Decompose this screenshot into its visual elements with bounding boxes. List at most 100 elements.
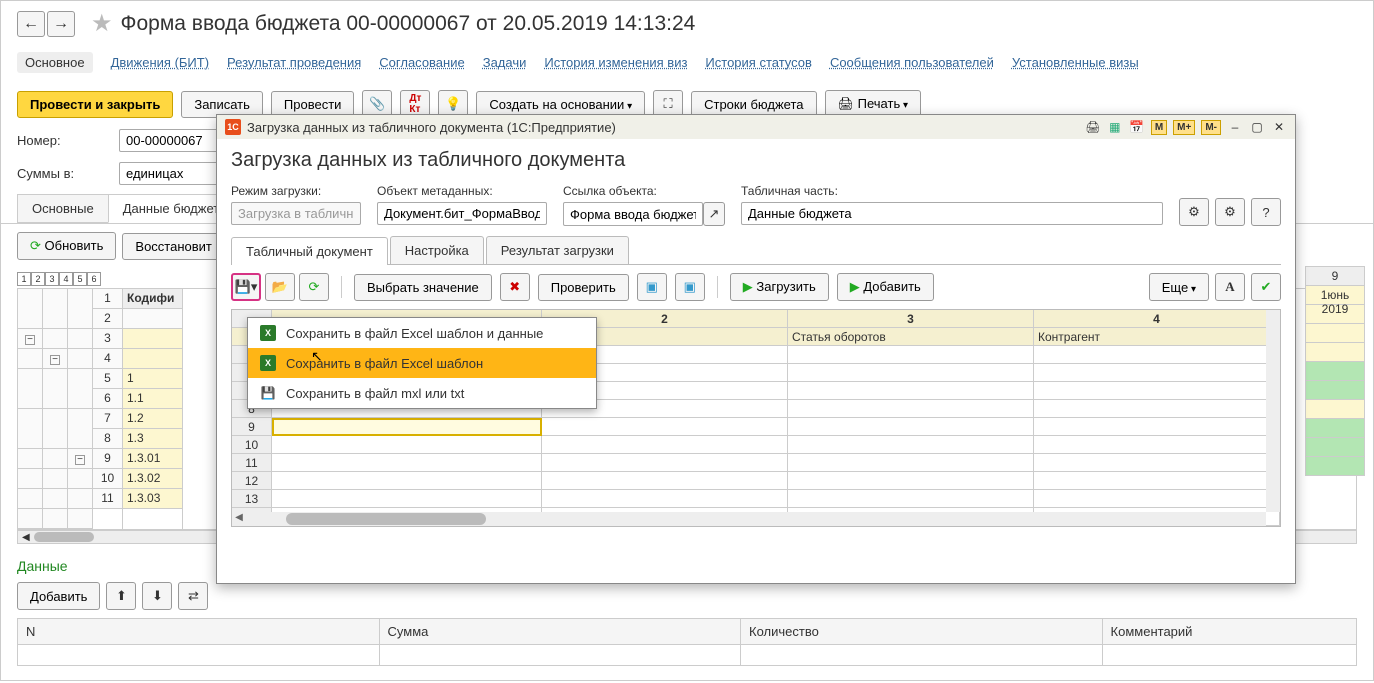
subtab-main[interactable]: Основные [17, 194, 109, 223]
sheet-cell-13-4[interactable] [1034, 490, 1280, 508]
nav-tab-result[interactable]: Результат проведения [227, 55, 361, 70]
pager-2[interactable]: 2 [31, 272, 45, 286]
sheet-cell-5-4[interactable] [1034, 346, 1280, 364]
nav-tab-visas[interactable]: Установленные визы [1012, 55, 1139, 70]
expand-icon-1[interactable]: − [25, 335, 35, 345]
font-icon[interactable]: A [1215, 273, 1245, 301]
nav-forward-button[interactable]: → [47, 11, 75, 37]
sheet-cell-9-4[interactable] [1034, 418, 1280, 436]
sheet-cell-12-2[interactable] [542, 472, 788, 490]
sheet-cell-9-3[interactable] [788, 418, 1034, 436]
mtab-tabdoc[interactable]: Табличный документ [231, 237, 388, 265]
sheet-cell-11-3[interactable] [788, 454, 1034, 472]
calc-icon[interactable]: ▦ [1107, 119, 1123, 135]
sheet-cell-11-1[interactable] [272, 454, 542, 472]
sheet-cell-8-4[interactable] [1034, 400, 1280, 418]
sheet-vscroll[interactable] [1266, 310, 1280, 512]
sheet-cell-5-3[interactable] [788, 346, 1034, 364]
post-and-close-button[interactable]: Провести и закрыть [17, 91, 173, 118]
load-button[interactable]: ▶ Загрузить [730, 273, 829, 301]
delete-icon[interactable]: ✖ [500, 273, 530, 301]
sheet-row-9[interactable]: 9 [232, 418, 1280, 436]
nav-tab-visa-history[interactable]: История изменения виз [544, 55, 687, 70]
close-icon[interactable]: ✕ [1271, 119, 1287, 135]
pager-1[interactable]: 1 [17, 272, 31, 286]
nav-tab-movements[interactable]: Движения (БИТ) [111, 55, 209, 70]
nav-tab-messages[interactable]: Сообщения пользователей [830, 55, 994, 70]
sheet-cell-10-1[interactable] [272, 436, 542, 454]
sheet-cell-6-4[interactable] [1034, 364, 1280, 382]
data-cell-empty[interactable] [18, 645, 380, 666]
obj-input[interactable] [377, 202, 547, 225]
number-input[interactable] [119, 129, 219, 152]
sheet-cell-6-3[interactable] [788, 364, 1034, 382]
open-folder-icon[interactable]: 📂 [265, 273, 295, 301]
refresh-button[interactable]: ⟳ Обновить [17, 232, 116, 260]
sheet-cell-12-1[interactable] [272, 472, 542, 490]
settings1-icon[interactable]: ⚙ [1179, 198, 1209, 226]
more-button[interactable]: Еще [1149, 273, 1209, 301]
save-dropdown-button[interactable]: 💾▾ [231, 273, 261, 301]
add-button[interactable]: ▶ Добавить [837, 273, 934, 301]
mtab-result[interactable]: Результат загрузки [486, 236, 629, 264]
print-icon[interactable]: 🖨 [1085, 119, 1101, 135]
mplus-badge[interactable]: M+ [1173, 120, 1195, 135]
sheet-cell-13-1[interactable] [272, 490, 542, 508]
settings2-icon[interactable]: ⚙ [1215, 198, 1245, 226]
nav-tab-main[interactable]: Основное [17, 52, 93, 73]
open-ext2-icon[interactable]: ▣ [675, 273, 705, 301]
sheet-cell-7-3[interactable] [788, 382, 1034, 400]
sheet-cell-10-4[interactable] [1034, 436, 1280, 454]
sheet-cell-12-4[interactable] [1034, 472, 1280, 490]
maximize-icon[interactable]: ▢ [1249, 119, 1265, 135]
move-up-icon[interactable]: ⬆ [106, 582, 136, 610]
sums-input[interactable] [119, 162, 219, 185]
sheet-cell-7-4[interactable] [1034, 382, 1280, 400]
sheet-cell-10-2[interactable] [542, 436, 788, 454]
menu-save-excel-data[interactable]: X Сохранить в файл Excel шаблон и данные [248, 318, 596, 348]
minimize-icon[interactable]: – [1227, 119, 1243, 135]
sheet-cell-9-1[interactable] [272, 418, 542, 436]
m-badge[interactable]: M [1151, 120, 1167, 135]
nav-tab-status-history[interactable]: История статусов [705, 55, 812, 70]
sheet-cell-10-3[interactable] [788, 436, 1034, 454]
sheet-row-13[interactable]: 13 [232, 490, 1280, 508]
calendar-icon[interactable]: 📅 [1129, 119, 1145, 135]
sheet-cell-13-2[interactable] [542, 490, 788, 508]
data-add-button[interactable]: Добавить [17, 582, 100, 610]
check-button[interactable]: Проверить [538, 274, 629, 301]
tabpart-input[interactable] [741, 202, 1163, 225]
ref-input[interactable] [563, 202, 703, 226]
mode-input[interactable] [231, 202, 361, 225]
pager-3[interactable]: 3 [45, 272, 59, 286]
menu-save-excel-template[interactable]: X Сохранить в файл Excel шаблон [248, 348, 596, 378]
nav-tab-tasks[interactable]: Задачи [483, 55, 527, 70]
sheet-row-10[interactable]: 10 [232, 436, 1280, 454]
refresh-icon[interactable]: ⟳ [299, 273, 329, 301]
shuffle-icon[interactable]: ⇄ [178, 582, 208, 610]
pager-5[interactable]: 5 [73, 272, 87, 286]
expand-icon-2[interactable]: − [50, 355, 60, 365]
nav-back-button[interactable]: ← [17, 11, 45, 37]
menu-save-mxl[interactable]: 💾 Сохранить в файл mxl или txt [248, 378, 596, 408]
nav-tab-approval[interactable]: Согласование [379, 55, 464, 70]
sheet-cell-13-3[interactable] [788, 490, 1034, 508]
mminus-badge[interactable]: M- [1201, 120, 1221, 135]
help-icon[interactable]: ? [1251, 198, 1281, 226]
sheet-cell-8-3[interactable] [788, 400, 1034, 418]
pager-6[interactable]: 6 [87, 272, 101, 286]
mtab-settings[interactable]: Настройка [390, 236, 484, 264]
sheet-cell-11-4[interactable] [1034, 454, 1280, 472]
sheet-row-11[interactable]: 11 [232, 454, 1280, 472]
pager-4[interactable]: 4 [59, 272, 73, 286]
restore-button[interactable]: Восстановит [122, 233, 224, 260]
sheet-hscroll[interactable]: ◀ [232, 512, 1266, 526]
favorite-star-icon[interactable]: ★ [91, 9, 113, 38]
sheet-row-12[interactable]: 12 [232, 472, 1280, 490]
select-value-button[interactable]: Выбрать значение [354, 274, 492, 301]
sheet-cell-11-2[interactable] [542, 454, 788, 472]
sheet-cell-12-3[interactable] [788, 472, 1034, 490]
check-toggle-icon[interactable]: ✔ [1251, 273, 1281, 301]
open-ext-icon[interactable]: ▣ [637, 273, 667, 301]
ref-open-icon[interactable]: ↗ [703, 202, 725, 226]
